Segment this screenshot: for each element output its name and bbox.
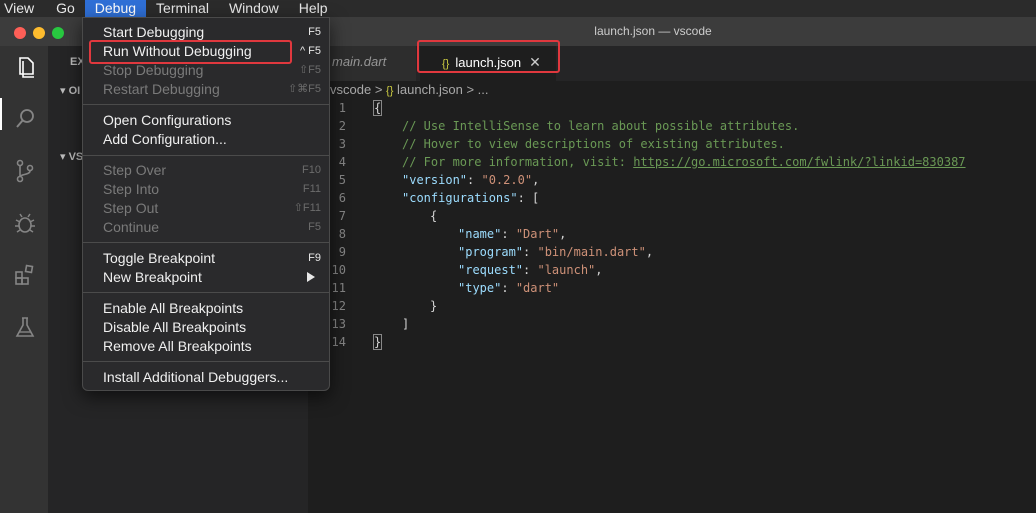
- code-line: "type": "dart": [458, 281, 560, 295]
- menu-window[interactable]: Window: [219, 0, 289, 17]
- menu-item-restart-debugging[interactable]: Restart Debugging ⇧⌘F5: [103, 80, 321, 99]
- search-icon[interactable]: [12, 106, 38, 132]
- menu-item-remove-all-breakpoints[interactable]: Remove All Breakpoints: [103, 337, 321, 356]
- code-line: "request": "launch",: [458, 263, 603, 277]
- code-line: }: [372, 334, 383, 350]
- code-line: "version": "0.2.0",: [402, 173, 540, 187]
- source-control-icon[interactable]: [12, 158, 38, 184]
- code-line: {: [430, 209, 438, 223]
- extensions-icon[interactable]: [12, 262, 38, 288]
- menu-go[interactable]: Go: [46, 0, 85, 17]
- menu-terminal[interactable]: Terminal: [146, 0, 219, 17]
- menu-item-enable-all-breakpoints[interactable]: Enable All Breakpoints: [103, 299, 321, 318]
- menu-item-step-out[interactable]: Step Out ⇧F11: [103, 199, 321, 218]
- menu-separator: [83, 155, 329, 156]
- code-line: // Hover to view descriptions of existin…: [402, 137, 785, 151]
- menu-separator: [83, 292, 329, 293]
- code-line: {: [372, 100, 383, 116]
- sidebar-section-open-editors[interactable]: ▾ OI: [60, 84, 80, 97]
- menu-item-new-breakpoint[interactable]: New Breakpoint: [103, 268, 321, 287]
- tab-label: main.dart: [332, 54, 387, 69]
- menu-item-continue[interactable]: Continue F5: [103, 218, 321, 237]
- menu-help[interactable]: Help: [289, 0, 338, 17]
- debug-menu-dropdown: Start Debugging F5 Run Without Debugging ^…: [82, 17, 330, 391]
- menu-debug[interactable]: Debug: [84, 0, 147, 17]
- code-line: // Use IntelliSense to learn about possi…: [402, 119, 800, 133]
- sidebar-section-vscode[interactable]: ▾ VS: [60, 150, 83, 163]
- menu-item-step-into[interactable]: Step Into F11: [103, 180, 321, 199]
- chevron-right-icon: >: [374, 82, 383, 97]
- menu-separator: [83, 104, 329, 105]
- submenu-arrow-icon: [307, 272, 315, 282]
- breadcrumb[interactable]: vscode > {} launch.json > ...: [330, 81, 488, 99]
- json-file-icon: {}: [386, 85, 394, 97]
- menu-view[interactable]: View: [0, 0, 46, 17]
- breadcrumb-tail: > ...: [466, 82, 489, 97]
- activity-bar: [0, 46, 48, 513]
- code-line: "configurations": [: [402, 191, 540, 205]
- menu-item-open-configurations[interactable]: Open Configurations: [103, 111, 321, 130]
- debug-icon[interactable]: [12, 210, 38, 236]
- breadcrumb-file[interactable]: launch.json: [397, 82, 463, 97]
- annotation-highlight-tab: [417, 40, 560, 73]
- active-indicator: [0, 98, 2, 130]
- menu-separator: [83, 242, 329, 243]
- code-link[interactable]: https://go.microsoft.com/fwlink/?linkid=…: [633, 155, 965, 169]
- menu-separator: [83, 361, 329, 362]
- menu-item-toggle-breakpoint[interactable]: Toggle Breakpoint F9: [103, 249, 321, 268]
- code-line: "program": "bin/main.dart",: [458, 245, 654, 259]
- annotation-highlight-run-without-debugging: [89, 40, 292, 64]
- code-line: "name": "Dart",: [458, 227, 567, 241]
- code-editor[interactable]: 1 2 3 4 5 6 7 8 9 10 11 12 13 14 { // Us…: [308, 99, 1036, 513]
- menu-item-step-over[interactable]: Step Over F10: [103, 161, 321, 180]
- code-line: ]: [402, 317, 410, 331]
- menu-item-add-configuration[interactable]: Add Configuration...: [103, 130, 321, 149]
- menu-item-install-additional-debuggers[interactable]: Install Additional Debuggers...: [103, 368, 321, 387]
- testing-flask-icon[interactable]: [12, 314, 38, 340]
- breadcrumb-folder[interactable]: vscode: [330, 82, 371, 97]
- macos-menubar: View Go Debug Terminal Window Help: [0, 0, 1036, 17]
- code-line: // For more information, visit: https://…: [402, 155, 966, 169]
- explorer-icon[interactable]: [12, 54, 38, 80]
- code-line: }: [430, 299, 438, 313]
- menu-item-disable-all-breakpoints[interactable]: Disable All Breakpoints: [103, 318, 321, 337]
